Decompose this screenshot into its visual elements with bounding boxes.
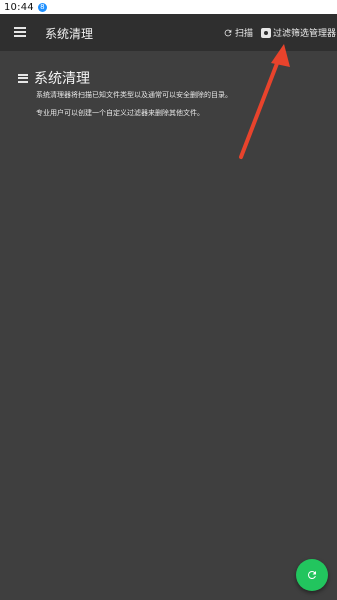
description-text-2: 专业用户可以创建一个自定义过滤器来删除其他文件。 xyxy=(36,109,204,117)
section-header: 系统清理 xyxy=(18,68,90,88)
filter-manager-button[interactable]: 过滤筛选管理器 xyxy=(261,26,336,39)
scan-button-label: 扫描 xyxy=(235,29,254,39)
filter-settings-icon xyxy=(261,27,271,38)
status-bar: 10:44 8 xyxy=(0,0,337,14)
description-text: 系统清理器将扫描已知文件类型以及通常可以安全删除的目录。 xyxy=(36,91,232,99)
filter-manager-label: 过滤筛选管理器 xyxy=(273,29,337,39)
scan-button[interactable]: 扫描 xyxy=(223,26,253,39)
refresh-icon xyxy=(224,29,232,36)
list-icon xyxy=(18,73,28,83)
section-title: 系统清理 xyxy=(34,71,90,87)
menu-icon[interactable] xyxy=(14,27,26,37)
refresh-fab[interactable] xyxy=(296,559,328,591)
app-bar: 系统清理 扫描 过滤筛选管理器 xyxy=(0,14,337,51)
app-title: 系统清理 xyxy=(45,27,94,41)
refresh-icon xyxy=(307,571,316,579)
status-time: 10:44 xyxy=(4,1,34,13)
notification-badge: 8 xyxy=(37,2,47,12)
